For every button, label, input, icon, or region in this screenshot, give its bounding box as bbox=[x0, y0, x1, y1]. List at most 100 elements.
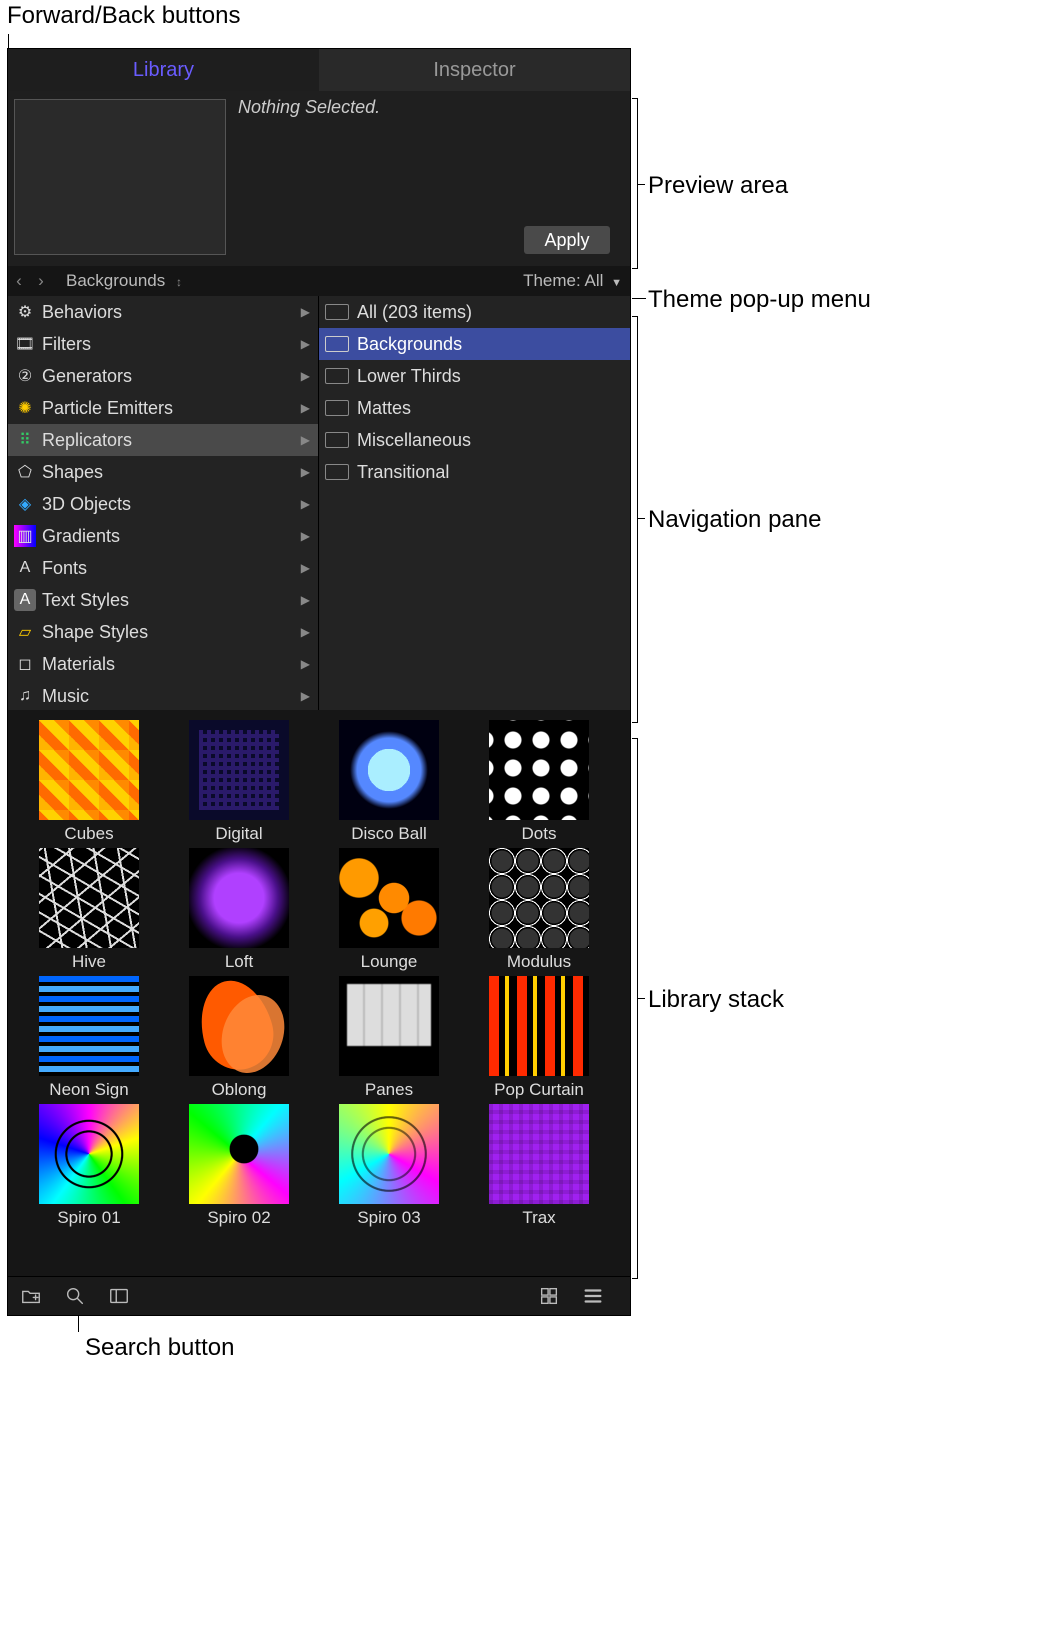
category-row-gradients[interactable]: ▥Gradients▶ bbox=[8, 520, 318, 552]
category-label: Generators bbox=[42, 366, 132, 387]
leader-line bbox=[637, 316, 638, 722]
category-row-filters[interactable]: 🎞Filters▶ bbox=[8, 328, 318, 360]
disclosure-arrow-icon: ▶ bbox=[301, 337, 310, 351]
subfolder-row-backgrounds[interactable]: Backgrounds bbox=[319, 328, 630, 360]
subfolder-row-transitional[interactable]: Transitional bbox=[319, 456, 630, 488]
subfolder-row-miscellaneous[interactable]: Miscellaneous bbox=[319, 424, 630, 456]
category-row-materials[interactable]: ◻Materials▶ bbox=[8, 648, 318, 680]
gen-icon: ② bbox=[14, 365, 36, 387]
subfolder-row-mattes[interactable]: Mattes bbox=[319, 392, 630, 424]
sidebar-toggle-button[interactable] bbox=[104, 1284, 134, 1308]
category-label: Fonts bbox=[42, 558, 87, 579]
subfolder-row-lower-thirds[interactable]: Lower Thirds bbox=[319, 360, 630, 392]
stack-item-dots[interactable]: Dots bbox=[464, 720, 614, 844]
stack-item-digital[interactable]: Digital bbox=[164, 720, 314, 844]
stack-item-panes[interactable]: Panes bbox=[314, 976, 464, 1100]
leader-tick bbox=[632, 738, 638, 739]
list-view-button[interactable] bbox=[578, 1284, 608, 1308]
stack-item-spiro-03[interactable]: Spiro 03 bbox=[314, 1104, 464, 1228]
stack-item-spiro-02[interactable]: Spiro 02 bbox=[164, 1104, 314, 1228]
stack-item-lounge[interactable]: Lounge bbox=[314, 848, 464, 972]
swatch-thumbnail bbox=[189, 1104, 289, 1204]
folder-icon bbox=[325, 368, 349, 384]
swatch-label: Spiro 01 bbox=[14, 1208, 164, 1228]
grid-view-button[interactable] bbox=[534, 1284, 564, 1308]
path-label: Backgrounds bbox=[66, 271, 165, 290]
swatch-thumbnail bbox=[189, 720, 289, 820]
leader-tick bbox=[637, 518, 645, 519]
category-label: Music bbox=[42, 686, 89, 707]
folder-icon bbox=[325, 432, 349, 448]
category-row-3d-objects[interactable]: ◈3D Objects▶ bbox=[8, 488, 318, 520]
search-button[interactable] bbox=[60, 1284, 90, 1308]
film-icon: 🎞 bbox=[14, 333, 36, 355]
emitter-icon: ✺ bbox=[14, 397, 36, 419]
leader-tick bbox=[637, 998, 645, 999]
cube-icon: ◈ bbox=[14, 493, 36, 515]
updown-icon: ↕ bbox=[176, 275, 182, 289]
swatch-label: Dots bbox=[464, 824, 614, 844]
library-panel: Library Inspector Nothing Selected. Appl… bbox=[7, 48, 631, 1316]
stack-item-neon-sign[interactable]: Neon Sign bbox=[14, 976, 164, 1100]
disclosure-arrow-icon: ▶ bbox=[301, 433, 310, 447]
leader-tick bbox=[632, 1278, 638, 1279]
disclosure-arrow-icon: ▶ bbox=[301, 465, 310, 479]
category-row-replicators[interactable]: ⠿Replicators▶ bbox=[8, 424, 318, 456]
stack-item-cubes[interactable]: Cubes bbox=[14, 720, 164, 844]
swatch-label: Hive bbox=[14, 952, 164, 972]
subfolder-row-all-203-items-[interactable]: All (203 items) bbox=[319, 296, 630, 328]
theme-popup[interactable]: Theme: All ▼ bbox=[523, 271, 622, 291]
back-button[interactable]: ‹ bbox=[8, 271, 30, 291]
bottom-toolbar bbox=[8, 1276, 630, 1315]
stack-item-pop-curtain[interactable]: Pop Curtain bbox=[464, 976, 614, 1100]
leader-tick bbox=[632, 98, 638, 99]
leader-line bbox=[632, 298, 646, 299]
stack-item-trax[interactable]: Trax bbox=[464, 1104, 614, 1228]
swatch-thumbnail bbox=[339, 1104, 439, 1204]
preview-thumbnail bbox=[14, 99, 226, 255]
swatch-thumbnail bbox=[189, 848, 289, 948]
category-row-shape-styles[interactable]: ▱Shape Styles▶ bbox=[8, 616, 318, 648]
swatch-label: Pop Curtain bbox=[464, 1080, 614, 1100]
stack-item-disco-ball[interactable]: Disco Ball bbox=[314, 720, 464, 844]
stack-item-oblong[interactable]: Oblong bbox=[164, 976, 314, 1100]
swatch-thumbnail bbox=[489, 1104, 589, 1204]
swatch-label: Spiro 03 bbox=[314, 1208, 464, 1228]
path-popup[interactable]: Backgrounds ↕ bbox=[66, 271, 182, 291]
category-row-particle-emitters[interactable]: ✺Particle Emitters▶ bbox=[8, 392, 318, 424]
callout-search-button: Search button bbox=[85, 1334, 234, 1362]
stack-item-spiro-01[interactable]: Spiro 01 bbox=[14, 1104, 164, 1228]
leader-line bbox=[637, 738, 638, 1278]
category-row-behaviors[interactable]: ⚙︎Behaviors▶ bbox=[8, 296, 318, 328]
panel-tabs: Library Inspector bbox=[8, 49, 630, 91]
swatch-thumbnail bbox=[339, 848, 439, 948]
textstyle-icon: A bbox=[14, 589, 36, 611]
category-row-text-styles[interactable]: AText Styles▶ bbox=[8, 584, 318, 616]
category-label: Materials bbox=[42, 654, 115, 675]
category-row-generators[interactable]: ②Generators▶ bbox=[8, 360, 318, 392]
swatch-label: Disco Ball bbox=[314, 824, 464, 844]
new-folder-button[interactable] bbox=[16, 1284, 46, 1308]
category-row-fonts[interactable]: AFonts▶ bbox=[8, 552, 318, 584]
disclosure-arrow-icon: ▶ bbox=[301, 305, 310, 319]
swatch-thumbnail bbox=[39, 848, 139, 948]
subfolder-label: Miscellaneous bbox=[357, 430, 471, 451]
stack-item-hive[interactable]: Hive bbox=[14, 848, 164, 972]
category-row-music[interactable]: ♫Music▶ bbox=[8, 680, 318, 710]
stack-item-modulus[interactable]: Modulus bbox=[464, 848, 614, 972]
disclosure-arrow-icon: ▶ bbox=[301, 529, 310, 543]
subfolder-label: Backgrounds bbox=[357, 334, 462, 355]
disclosure-arrow-icon: ▶ bbox=[301, 657, 310, 671]
forward-button[interactable]: › bbox=[30, 271, 52, 291]
tab-inspector[interactable]: Inspector bbox=[319, 49, 630, 91]
callout-forward-back: Forward/Back buttons bbox=[7, 2, 240, 30]
category-row-shapes[interactable]: ⬠Shapes▶ bbox=[8, 456, 318, 488]
apply-button[interactable]: Apply bbox=[524, 226, 610, 254]
music-icon: ♫ bbox=[14, 685, 36, 707]
swatch-label: Panes bbox=[314, 1080, 464, 1100]
tab-library[interactable]: Library bbox=[8, 49, 319, 91]
swatch-label: Trax bbox=[464, 1208, 614, 1228]
swatch-thumbnail bbox=[189, 976, 289, 1076]
leader-line bbox=[637, 98, 638, 268]
stack-item-loft[interactable]: Loft bbox=[164, 848, 314, 972]
